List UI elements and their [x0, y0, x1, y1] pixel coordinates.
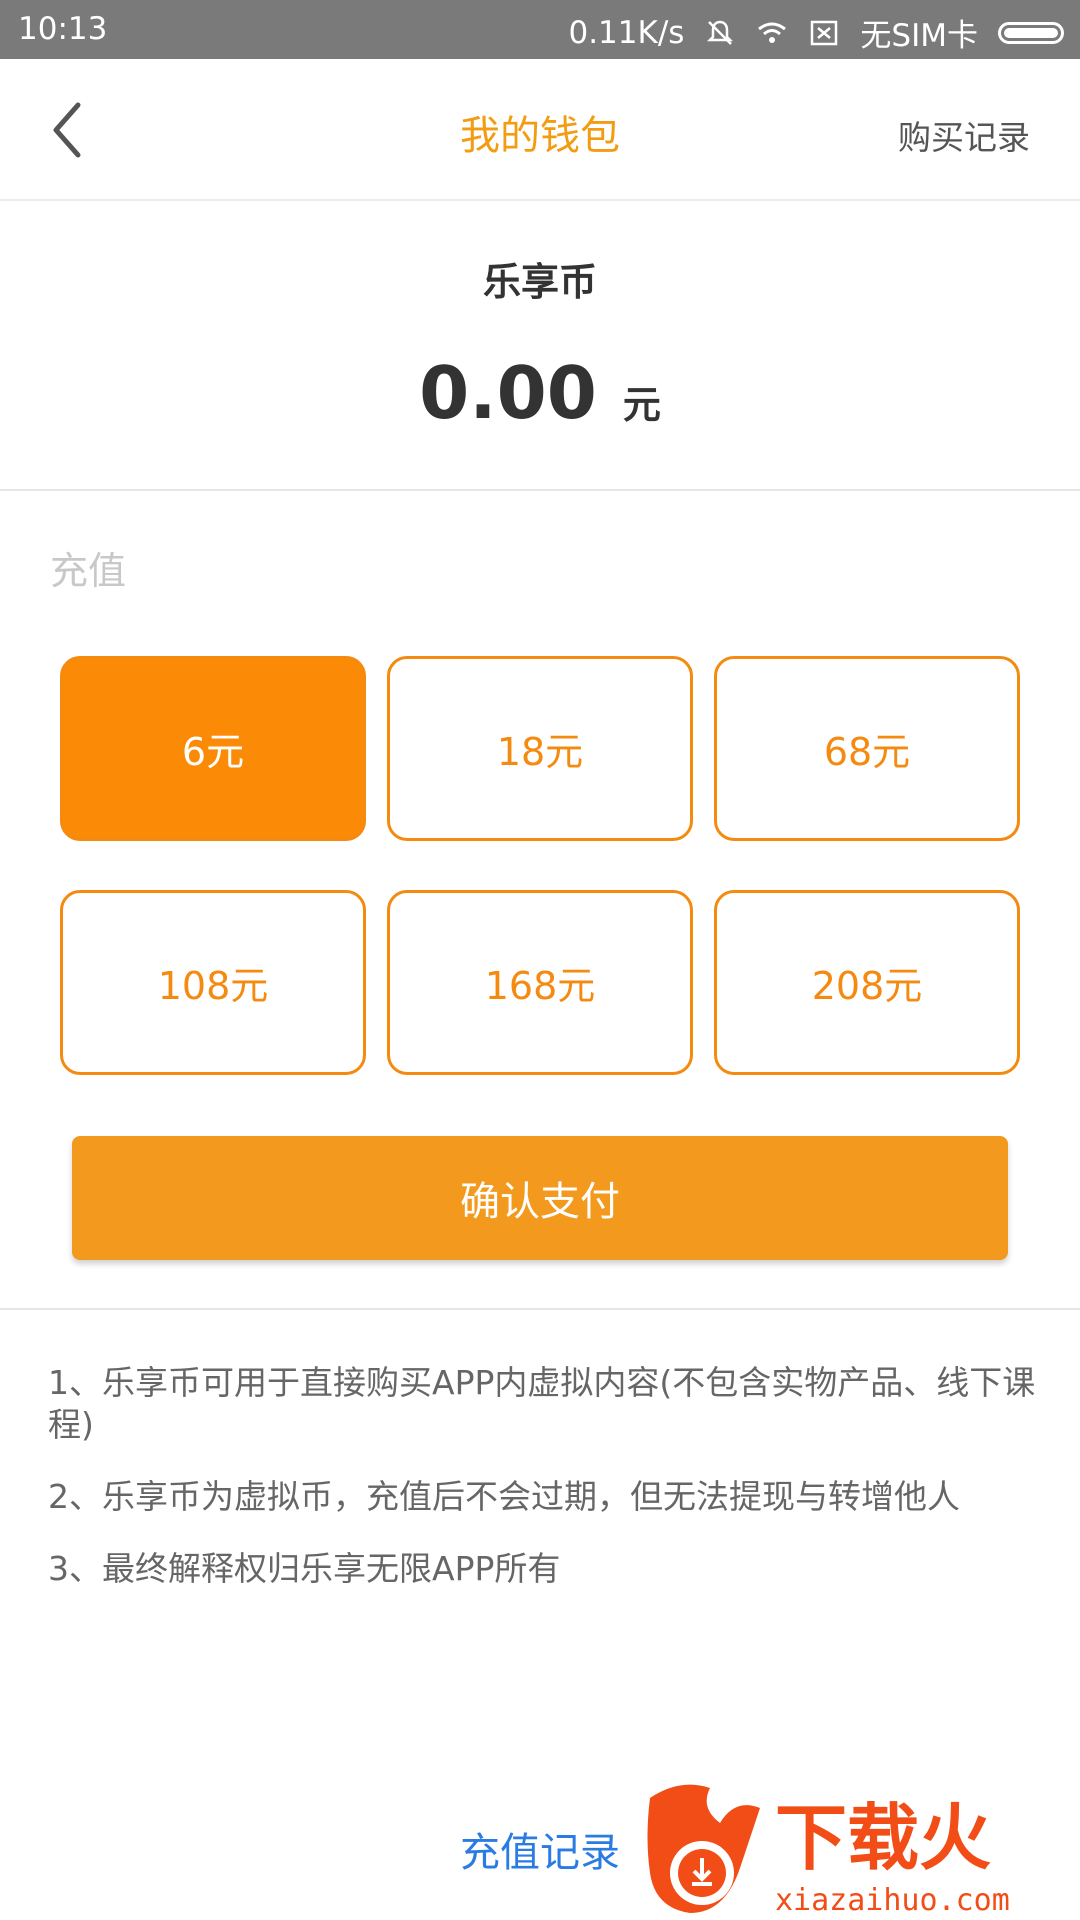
recharge-option-6[interactable]: 6元	[60, 656, 366, 841]
recharge-label: 充值	[50, 549, 127, 593]
balance-section: 乐享币 0.00 元	[0, 201, 1080, 491]
purchase-records-link[interactable]: 购买记录	[898, 111, 1030, 159]
balance-unit: 元	[622, 383, 661, 427]
mute-bell-icon	[707, 20, 734, 45]
notes-section: 1、乐享币可用于直接购买APP内虚拟内容(不包含实物产品、线下课程) 2、乐享币…	[48, 1362, 1038, 1620]
no-sim-icon	[811, 20, 838, 45]
network-speed: 0.11K/s	[568, 14, 685, 51]
note-item: 2、乐享币为虚拟币，充值后不会过期，但无法提现与转增他人	[48, 1477, 960, 1516]
recharge-option-168[interactable]: 168元	[387, 890, 693, 1075]
recharge-option-208[interactable]: 208元	[714, 890, 1020, 1075]
note-item: 1、乐享币可用于直接购买APP内虚拟内容(不包含实物产品、线下课程)	[48, 1363, 1036, 1444]
recharge-option-18[interactable]: 18元	[387, 656, 693, 841]
balance-amount: 0.00	[419, 351, 597, 435]
status-time: 10:13	[18, 11, 108, 47]
balance-amount-row: 0.00 元	[0, 351, 1080, 435]
nav-header: 我的钱包 购买记录	[0, 59, 1080, 201]
svg-text:下载火: 下载火	[775, 1796, 991, 1880]
recharge-option-68[interactable]: 68元	[714, 656, 1020, 841]
note-item: 3、最终解释权归乐享无限APP所有	[48, 1549, 561, 1588]
battery-icon	[998, 21, 1064, 44]
status-right: 0.11K/s 无SIM卡	[568, 10, 1064, 55]
wifi-icon	[758, 22, 787, 43]
status-bar: 10:13 0.11K/s 无SIM卡	[0, 0, 1080, 59]
currency-name: 乐享币	[482, 260, 597, 304]
sim-status: 无SIM卡	[860, 18, 978, 54]
recharge-option-108[interactable]: 108元	[60, 890, 366, 1075]
confirm-pay-button[interactable]: 确认支付	[72, 1136, 1008, 1260]
watermark-logo: 下载火 xiazaihuo.com	[647, 1784, 1010, 1918]
divider	[0, 1308, 1080, 1310]
svg-text:xiazaihuo.com: xiazaihuo.com	[775, 1883, 1010, 1918]
